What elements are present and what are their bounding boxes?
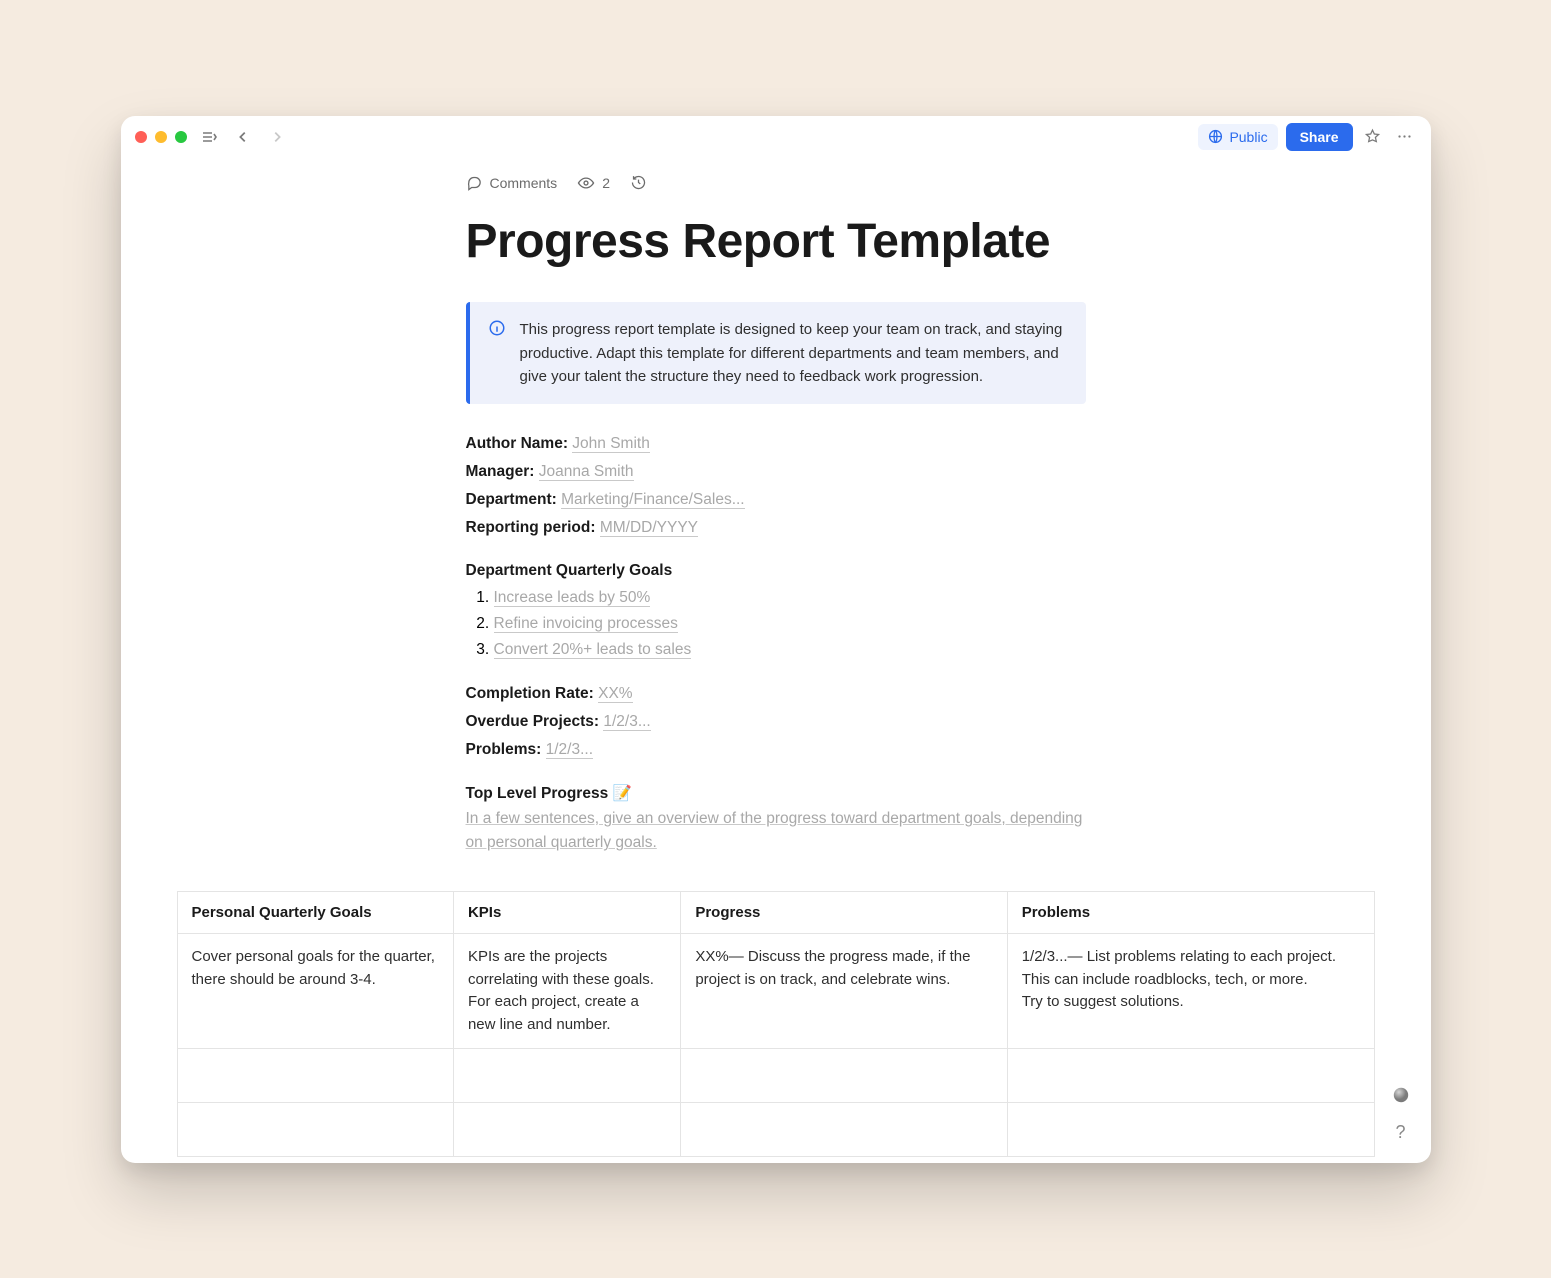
nav-forward-button[interactable]	[265, 125, 289, 149]
chevron-right-icon	[270, 130, 284, 144]
views-count: 2	[602, 175, 610, 191]
help-button[interactable]: ?	[1389, 1121, 1413, 1145]
nav-back-button[interactable]	[231, 125, 255, 149]
completion-rate-value: XX%	[598, 685, 632, 703]
problems-label: Problems:	[466, 741, 542, 758]
cell-goals[interactable]: Cover personal goals for the quarter, th…	[177, 934, 453, 1049]
minimize-window-button[interactable]	[155, 131, 167, 143]
sidebar-toggle-icon	[201, 129, 217, 145]
author-field[interactable]: Author Name: John Smith	[466, 432, 1086, 456]
cell-problems[interactable]	[1007, 1049, 1374, 1103]
goal-item[interactable]: Refine invoicing processes	[494, 612, 1086, 636]
maximize-window-button[interactable]	[175, 131, 187, 143]
favorite-button[interactable]	[1361, 125, 1385, 149]
top-level-progress-placeholder[interactable]: In a few sentences, give an overview of …	[466, 807, 1086, 855]
col-header-kpis: KPIs	[453, 892, 680, 934]
comments-button[interactable]: Comments	[466, 174, 558, 191]
history-button[interactable]	[630, 174, 647, 191]
cell-kpis[interactable]: KPIs are the projects correlating with t…	[453, 934, 680, 1049]
department-value: Marketing/Finance/Sales...	[561, 491, 745, 509]
overdue-projects-value: 1/2/3...	[603, 713, 650, 731]
star-icon	[1364, 128, 1381, 145]
views-indicator[interactable]: 2	[577, 174, 610, 192]
sphere-icon	[1392, 1086, 1410, 1104]
window-right-controls: Public Share	[1198, 123, 1416, 151]
sidebar-toggle-button[interactable]	[197, 125, 221, 149]
department-label: Department:	[466, 491, 557, 508]
visibility-label: Public	[1229, 129, 1267, 145]
cell-kpis[interactable]	[453, 1049, 680, 1103]
history-icon	[630, 174, 647, 191]
comment-icon	[466, 174, 483, 191]
cell-kpis[interactable]	[453, 1103, 680, 1157]
author-value: John Smith	[572, 435, 650, 453]
progress-table[interactable]: Personal Quarterly Goals KPIs Progress P…	[177, 891, 1375, 1157]
close-window-button[interactable]	[135, 131, 147, 143]
goal-item[interactable]: Increase leads by 50%	[494, 586, 1086, 610]
problems-field[interactable]: Problems: 1/2/3...	[466, 738, 1086, 762]
document-body: Comments 2 Progress Report Template This…	[466, 158, 1086, 856]
top-level-progress-heading: Top Level Progress 📝	[466, 784, 1086, 803]
dept-goals-heading: Department Quarterly Goals	[466, 562, 1086, 580]
visibility-button[interactable]: Public	[1198, 124, 1277, 150]
more-options-button[interactable]	[1393, 125, 1417, 149]
manager-value: Joanna Smith	[539, 463, 634, 481]
dept-goals-list: Increase leads by 50% Refine invoicing p…	[494, 586, 1086, 662]
goal-text: Refine invoicing processes	[494, 615, 678, 633]
comments-label: Comments	[490, 175, 558, 191]
manager-label: Manager:	[466, 463, 535, 480]
problems-value: 1/2/3...	[546, 741, 593, 759]
cell-problems[interactable]	[1007, 1103, 1374, 1157]
reporting-period-value: MM/DD/YYYY	[600, 519, 698, 537]
author-label: Author Name:	[466, 435, 568, 452]
cell-problems[interactable]: 1/2/3...— List problems relating to each…	[1007, 934, 1374, 1049]
assistant-button[interactable]	[1389, 1083, 1413, 1107]
cell-progress[interactable]	[681, 1103, 1007, 1157]
floating-help-controls: ?	[1389, 1083, 1413, 1145]
titlebar: Public Share	[121, 116, 1431, 158]
window-left-controls	[135, 125, 289, 149]
completion-rate-field[interactable]: Completion Rate: XX%	[466, 682, 1086, 706]
info-icon	[488, 319, 506, 388]
document-scroll-area[interactable]: Comments 2 Progress Report Template This…	[121, 158, 1431, 1163]
goal-text: Convert 20%+ leads to sales	[494, 641, 692, 659]
cell-progress[interactable]	[681, 1049, 1007, 1103]
manager-field[interactable]: Manager: Joanna Smith	[466, 460, 1086, 484]
info-callout: This progress report template is designe…	[466, 302, 1086, 404]
table-header-row: Personal Quarterly Goals KPIs Progress P…	[177, 892, 1374, 934]
app-window: Public Share Comments 2	[121, 116, 1431, 1163]
traffic-lights	[135, 131, 187, 143]
chevron-left-icon	[236, 130, 250, 144]
callout-text: This progress report template is designe…	[520, 318, 1068, 388]
completion-rate-label: Completion Rate:	[466, 685, 594, 702]
col-header-progress: Progress	[681, 892, 1007, 934]
reporting-period-field[interactable]: Reporting period: MM/DD/YYYY	[466, 516, 1086, 540]
cell-goals[interactable]	[177, 1049, 453, 1103]
goal-text: Increase leads by 50%	[494, 589, 651, 607]
department-field[interactable]: Department: Marketing/Finance/Sales...	[466, 488, 1086, 512]
progress-table-wrap: Personal Quarterly Goals KPIs Progress P…	[121, 891, 1431, 1157]
page-title: Progress Report Template	[466, 216, 1086, 269]
overdue-projects-field[interactable]: Overdue Projects: 1/2/3...	[466, 710, 1086, 734]
col-header-goals: Personal Quarterly Goals	[177, 892, 453, 934]
share-button[interactable]: Share	[1286, 123, 1353, 151]
cell-progress[interactable]: XX%— Discuss the progress made, if the p…	[681, 934, 1007, 1049]
document-meta-row: Comments 2	[466, 174, 1086, 192]
col-header-problems: Problems	[1007, 892, 1374, 934]
table-row[interactable]	[177, 1103, 1374, 1157]
table-row[interactable]	[177, 1049, 1374, 1103]
more-horizontal-icon	[1396, 128, 1413, 145]
eye-icon	[577, 174, 595, 192]
reporting-period-label: Reporting period:	[466, 519, 596, 536]
cell-goals[interactable]	[177, 1103, 453, 1157]
table-row[interactable]: Cover personal goals for the quarter, th…	[177, 934, 1374, 1049]
goal-item[interactable]: Convert 20%+ leads to sales	[494, 638, 1086, 662]
overdue-projects-label: Overdue Projects:	[466, 713, 600, 730]
globe-icon	[1208, 129, 1223, 144]
